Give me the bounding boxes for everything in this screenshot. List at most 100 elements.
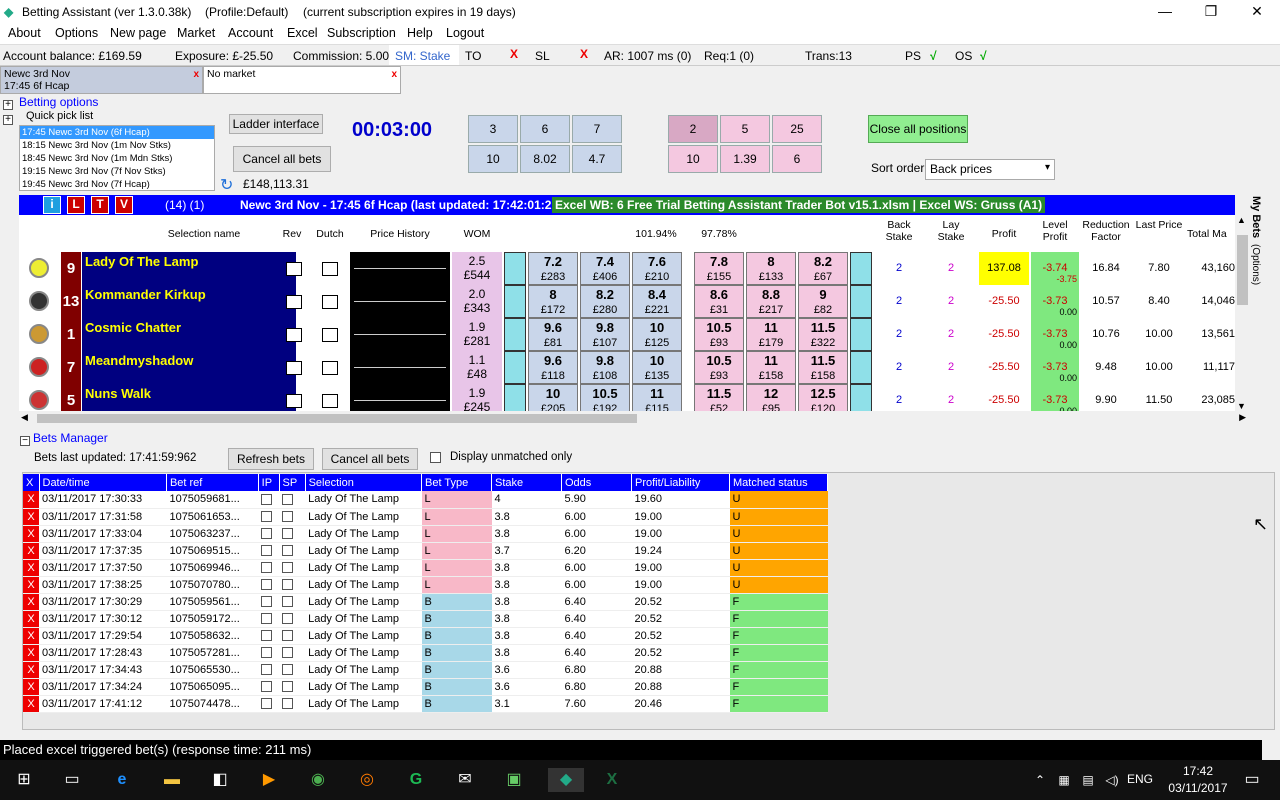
- back-stake-btn[interactable]: 8.02: [520, 145, 570, 173]
- col-stake[interactable]: Stake: [491, 474, 562, 491]
- action-center-icon[interactable]: ▭: [1240, 768, 1264, 792]
- lay-arrow-icon[interactable]: [850, 318, 872, 351]
- level-profit-cell[interactable]: -3.73 0.00: [1031, 285, 1079, 318]
- level-profit-cell[interactable]: -3.73 0.00: [1031, 384, 1079, 411]
- menu-excel[interactable]: Excel: [287, 26, 318, 40]
- sp-checkbox[interactable]: [279, 644, 306, 662]
- col-x[interactable]: X: [23, 474, 40, 491]
- lay-price-cell[interactable]: 8.2 £67: [798, 252, 848, 285]
- menu-help[interactable]: Help: [407, 26, 433, 40]
- runner-name[interactable]: Nuns Walk: [82, 384, 296, 411]
- cancel-bet-icon[interactable]: X: [23, 508, 39, 526]
- scroll-thumb[interactable]: [1237, 235, 1248, 305]
- lay-price-cell[interactable]: 8.6 £31: [694, 285, 744, 318]
- media-player-icon[interactable]: ▶: [257, 768, 281, 792]
- close-icon[interactable]: ✕: [1234, 0, 1280, 24]
- cancel-bet-icon[interactable]: X: [23, 627, 39, 645]
- bet-odds[interactable]: 6.00: [561, 559, 632, 577]
- minimize-icon[interactable]: —: [1142, 0, 1188, 24]
- back-price-cell[interactable]: 10.5 £192: [580, 384, 630, 411]
- back-stake-value[interactable]: 2: [875, 252, 923, 285]
- windows-start-icon[interactable]: ⊞: [12, 768, 36, 792]
- bet-stake[interactable]: 3.6: [491, 678, 562, 696]
- sp-checkbox[interactable]: [279, 661, 306, 679]
- back-price-cell[interactable]: 8.2 £280: [580, 285, 630, 318]
- menu-market[interactable]: Market: [177, 26, 215, 40]
- col-sp[interactable]: SP: [279, 474, 306, 491]
- lay-price-cell[interactable]: 12.5 £120: [798, 384, 848, 411]
- quick-pick-list[interactable]: 17:45 Newc 3rd Nov (6f Hcap) 18:15 Newc …: [19, 125, 215, 191]
- bet-row[interactable]: X 03/11/2017 17:41:12 1075074478... Lady Of…: [23, 695, 828, 713]
- refresh-icon[interactable]: ↻: [220, 175, 233, 195]
- bet-row[interactable]: X 03/11/2017 17:33:04 1075063237... Lady Of…: [23, 525, 828, 543]
- close-tab-icon[interactable]: x: [391, 69, 397, 80]
- cancel-bet-icon[interactable]: X: [23, 593, 39, 611]
- clock-time[interactable]: 17:42: [1168, 764, 1228, 778]
- ip-checkbox[interactable]: [258, 695, 280, 713]
- bet-row[interactable]: X 03/11/2017 17:30:33 1075059681... Lady Of…: [23, 491, 828, 509]
- lay-price-cell[interactable]: 11.5 £52: [694, 384, 744, 411]
- cancel-bet-icon[interactable]: X: [23, 559, 39, 577]
- bet-odds[interactable]: 5.90: [561, 491, 632, 509]
- quick-pick-item[interactable]: 19:45 Newc 3rd Nov (7f Hcap): [20, 178, 214, 191]
- info-button[interactable]: i: [43, 196, 61, 214]
- cancel-bet-icon[interactable]: X: [23, 491, 39, 509]
- sp-checkbox[interactable]: [279, 508, 306, 526]
- ip-checkbox[interactable]: [258, 678, 280, 696]
- stake-mode[interactable]: SM: Stake: [389, 45, 459, 65]
- notification-tray-icon[interactable]: ▤: [1076, 768, 1100, 792]
- bet-stake[interactable]: 3.1: [491, 695, 562, 713]
- lay-stake-btn[interactable]: 1.39: [720, 145, 770, 173]
- bet-row[interactable]: X 03/11/2017 17:30:29 1075059561... Lady Of…: [23, 593, 828, 611]
- back-stake-value[interactable]: 2: [875, 384, 923, 411]
- level-profit-cell[interactable]: -3.73 0.00: [1031, 318, 1079, 351]
- quick-pick-item[interactable]: 17:45 Newc 3rd Nov (6f Hcap): [20, 126, 214, 139]
- v-button[interactable]: V: [115, 196, 133, 214]
- chrome-icon[interactable]: ◉: [306, 768, 330, 792]
- file-explorer-icon[interactable]: ▬: [160, 768, 184, 792]
- bet-odds[interactable]: 6.00: [561, 525, 632, 543]
- bet-row[interactable]: X 03/11/2017 17:34:43 1075065530... Lady Of…: [23, 661, 828, 679]
- lay-stake-btn[interactable]: 6: [772, 145, 822, 173]
- sp-checkbox[interactable]: [279, 593, 306, 611]
- bet-stake[interactable]: 3.8: [491, 508, 562, 526]
- cancel-bet-icon[interactable]: X: [23, 644, 39, 662]
- bet-row[interactable]: X 03/11/2017 17:30:12 1075059172... Lady Of…: [23, 610, 828, 628]
- lay-stake-value[interactable]: 2: [929, 384, 973, 411]
- scroll-down-icon[interactable]: ▼: [1237, 401, 1246, 411]
- language-indicator[interactable]: ENG: [1127, 772, 1153, 786]
- level-profit-cell[interactable]: -3.74 -3.75: [1031, 252, 1079, 285]
- expand-options-icon[interactable]: +: [3, 96, 13, 110]
- lay-stake-btn[interactable]: 2: [668, 115, 718, 143]
- lay-stake-value[interactable]: 2: [929, 318, 973, 351]
- ip-checkbox[interactable]: [258, 525, 280, 543]
- bet-row[interactable]: X 03/11/2017 17:28:43 1075057281... Lady Of…: [23, 644, 828, 662]
- bet-stake[interactable]: 3.8: [491, 525, 562, 543]
- ladder-interface-button[interactable]: Ladder interface: [229, 114, 323, 134]
- ip-checkbox[interactable]: [258, 542, 280, 560]
- ip-checkbox[interactable]: [258, 508, 280, 526]
- ip-checkbox[interactable]: [258, 610, 280, 628]
- l-button[interactable]: L: [67, 196, 85, 214]
- bet-stake[interactable]: 3.8: [491, 644, 562, 662]
- expand-quickpick-icon[interactable]: +: [3, 111, 13, 125]
- lay-stake-value[interactable]: 2: [929, 351, 973, 384]
- back-price-cell[interactable]: 9.6 £81: [528, 318, 578, 351]
- lay-stake-value[interactable]: 2: [929, 252, 973, 285]
- quick-pick-item[interactable]: 18:15 Newc 3rd Nov (1m Nov Stks): [20, 139, 214, 152]
- my-bets-tab[interactable]: My Bets (Options): [1250, 196, 1272, 296]
- bet-stake[interactable]: 3.8: [491, 576, 562, 594]
- level-profit-cell[interactable]: -3.73 0.00: [1031, 351, 1079, 384]
- lay-price-cell[interactable]: 8.8 £217: [746, 285, 796, 318]
- menu-about[interactable]: About: [8, 26, 41, 40]
- scroll-right-icon[interactable]: ▶: [1239, 412, 1246, 423]
- refresh-bets-button[interactable]: Refresh bets: [228, 448, 314, 470]
- grammarly-icon[interactable]: G: [404, 768, 428, 792]
- menu-account[interactable]: Account: [228, 26, 273, 40]
- cancel-bet-icon[interactable]: X: [23, 525, 39, 543]
- menu-logout[interactable]: Logout: [446, 26, 484, 40]
- quick-pick-item[interactable]: 19:15 Newc 3rd Nov (7f Nov Stks): [20, 165, 214, 178]
- back-stake-value[interactable]: 2: [875, 285, 923, 318]
- col-profit-liability[interactable]: Profit/Liability: [631, 474, 730, 491]
- ip-checkbox[interactable]: [258, 627, 280, 645]
